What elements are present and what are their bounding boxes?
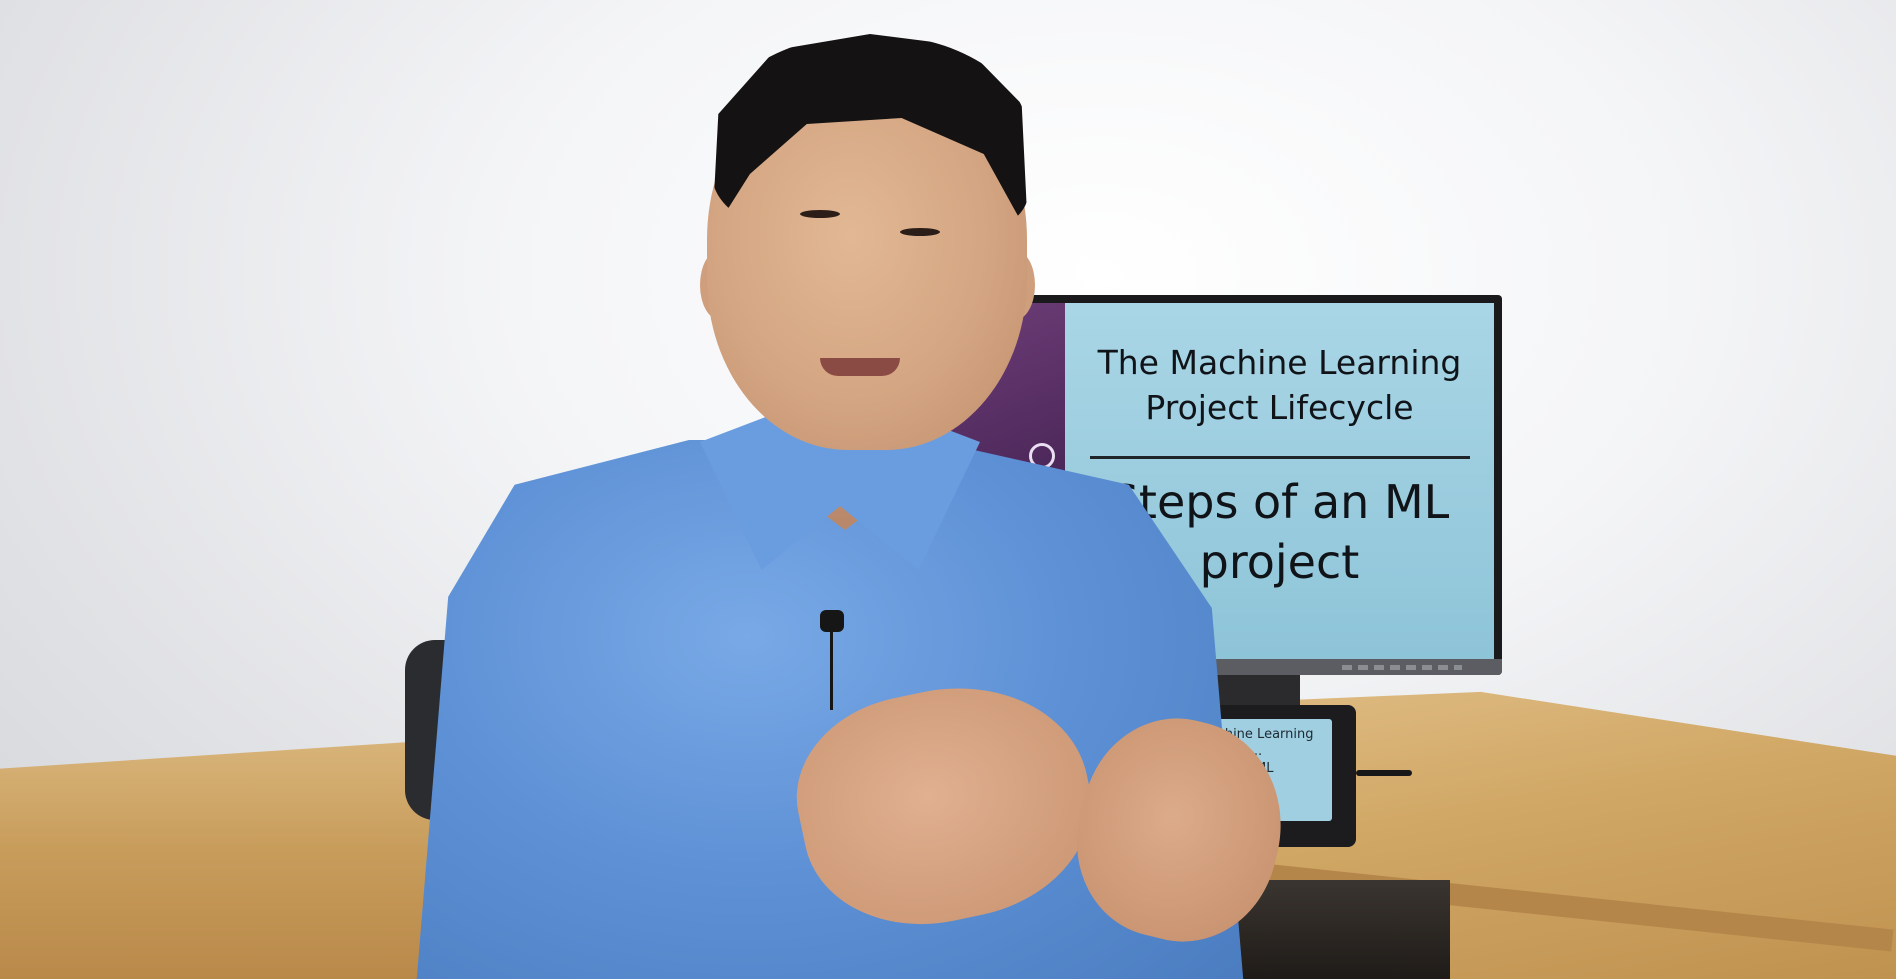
microphone-wire <box>830 630 833 710</box>
tablet-cable <box>1356 770 1412 776</box>
slide-title: The Machine Learning Project Lifecycle <box>1097 343 1462 427</box>
desk-left <box>0 740 440 979</box>
monitor-buttons <box>1342 665 1462 670</box>
mouth <box>820 358 900 376</box>
eye-left <box>800 210 840 218</box>
video-frame: The Machine Learning Project Lifecycle S… <box>0 0 1896 979</box>
eye-right <box>900 228 940 236</box>
lapel-microphone-icon <box>820 610 844 632</box>
slide-divider <box>1089 456 1470 460</box>
